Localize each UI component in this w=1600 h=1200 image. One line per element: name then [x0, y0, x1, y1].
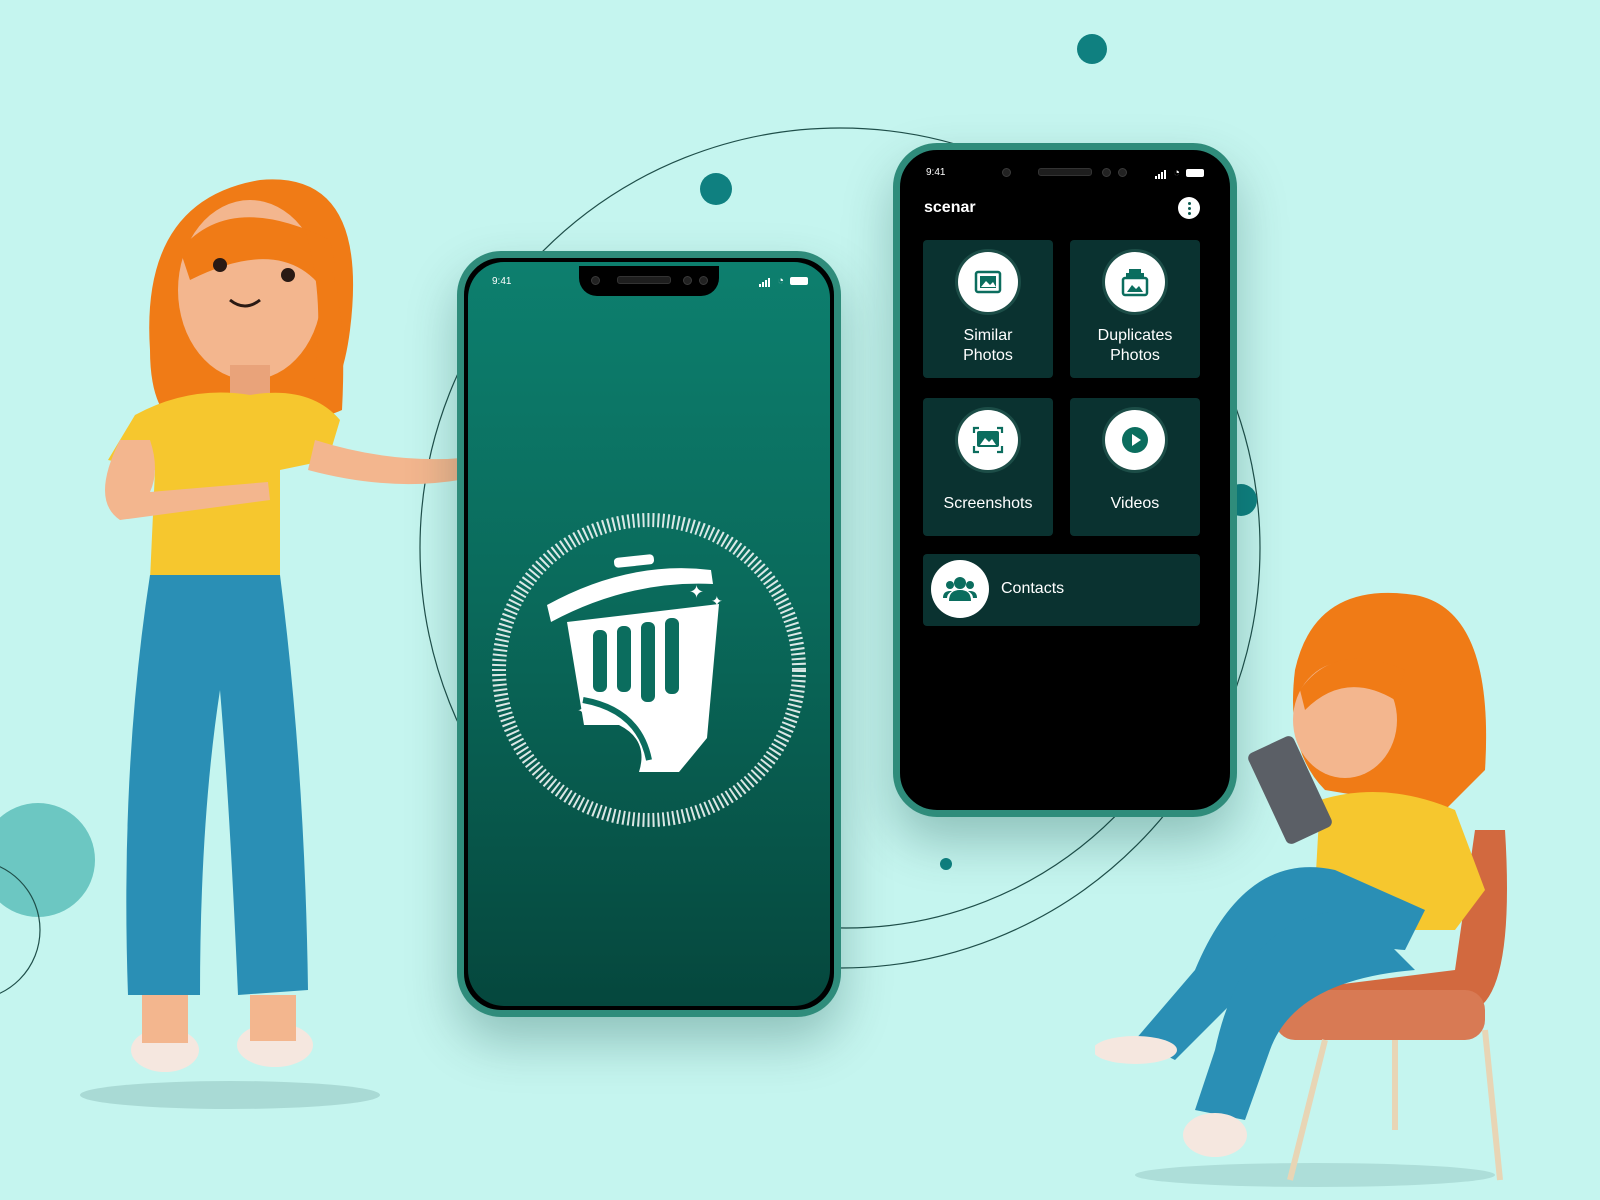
svg-text:✦: ✦: [597, 709, 609, 725]
decor-dot: [1077, 34, 1107, 64]
wifi-icon: ◔: [777, 275, 784, 287]
svg-text:✦: ✦: [711, 593, 723, 609]
signal-icon: [759, 276, 771, 287]
tile-label: Duplicates Photos: [1097, 327, 1173, 364]
wifi-icon: ◔: [1173, 167, 1180, 179]
status-bar: 9:41 ◔: [468, 262, 830, 296]
svg-text:✦: ✦: [577, 703, 590, 720]
battery-icon: [1186, 169, 1204, 177]
videos-tile[interactable]: Videos: [1070, 398, 1200, 536]
similar-photos-tile[interactable]: Similar Photos: [923, 240, 1053, 378]
users-icon: [931, 560, 989, 618]
signal-icon: [1155, 168, 1167, 179]
screenshot-icon: [958, 410, 1018, 470]
image-icon: [958, 252, 1018, 312]
decor-dot: [940, 858, 952, 870]
tile-label: Similar Photos: [963, 327, 1013, 364]
contacts-label: Contacts: [1001, 580, 1065, 597]
status-bar: 9:41 ◔: [904, 154, 1226, 188]
trash-bin-cleaner-icon: ✦ ✦ ✦ ✦: [489, 510, 809, 830]
tile-label: Videos: [1110, 495, 1160, 512]
svg-text:✦: ✦: [689, 582, 704, 602]
screenshots-tile[interactable]: Screenshots: [923, 398, 1053, 536]
status-time: 9:41: [492, 276, 512, 287]
image-stack-icon: [1105, 252, 1165, 312]
splash-screen-phone: 9:41 ◔ ✦ ✦ ✦ ✦: [457, 251, 841, 1017]
decor-dot: [700, 173, 732, 205]
duplicates-photos-tile[interactable]: Duplicates Photos: [1070, 240, 1200, 378]
more-vertical-icon[interactable]: [1178, 197, 1200, 219]
tile-label: Screenshots: [943, 495, 1033, 512]
battery-icon: [790, 277, 808, 285]
play-icon: [1105, 410, 1165, 470]
splash-screen: 9:41 ◔ ✦ ✦ ✦ ✦: [468, 262, 830, 1006]
woman-sitting-illustration: [1095, 592, 1507, 1187]
app-title: scenar: [924, 199, 976, 216]
status-time: 9:41: [926, 167, 946, 178]
